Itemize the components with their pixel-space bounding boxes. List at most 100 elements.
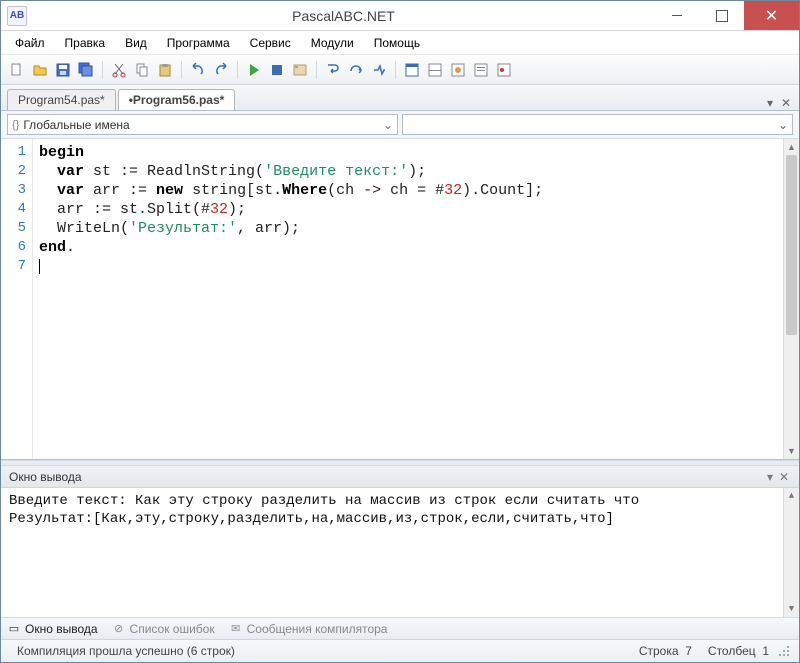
redo-icon[interactable] <box>211 60 231 80</box>
code-line[interactable] <box>39 257 793 276</box>
app-window: AB PascalABC.NET ФайлПравкаВидПрограммаС… <box>0 0 800 663</box>
output-panel-title: Окно вывода <box>9 470 82 484</box>
titlebar: AB PascalABC.NET <box>1 1 799 31</box>
tab-close-button[interactable]: ✕ <box>779 96 793 110</box>
line-number: 4 <box>1 200 26 219</box>
new-file-icon[interactable] <box>7 60 27 80</box>
step-into-icon[interactable] <box>323 60 343 80</box>
save-all-icon[interactable] <box>76 60 96 80</box>
output-menu-button[interactable]: ▾ <box>763 470 777 484</box>
scope-combo-text: Глобальные имена <box>23 118 383 132</box>
menu-помощь[interactable]: Помощь <box>366 34 428 52</box>
menu-программа[interactable]: Программа <box>159 34 238 52</box>
code-line[interactable]: var arr := new string[st.Where(ch -> ch … <box>39 181 793 200</box>
app-icon: AB <box>7 6 27 26</box>
toolbar-separator <box>181 61 182 79</box>
chevron-down-icon: ⌄ <box>778 118 788 132</box>
output-panel[interactable]: Введите текст: Как эту строку разделить … <box>1 488 799 618</box>
text-cursor <box>39 259 40 274</box>
paste-icon[interactable] <box>155 60 175 80</box>
tool-tab[interactable]: ⊘Список ошибок <box>112 622 215 636</box>
code-area[interactable]: begin var st := ReadlnString('Введите те… <box>33 139 799 459</box>
output-line: Введите текст: Как эту строку разделить … <box>9 492 791 510</box>
output-window-icon[interactable] <box>402 60 422 80</box>
disasm-icon[interactable] <box>471 60 491 80</box>
line-number: 1 <box>1 143 26 162</box>
tool-tab[interactable]: ▭ Окно вывода <box>7 622 98 636</box>
editor-scrollbar[interactable]: ▲ ▼ <box>783 139 799 459</box>
output-scrollbar[interactable]: ▲ ▼ <box>783 488 799 617</box>
menu-сервис[interactable]: Сервис <box>242 34 299 52</box>
tab-menu-button[interactable]: ▾ <box>763 96 777 110</box>
locals-icon[interactable] <box>448 60 468 80</box>
undo-icon[interactable] <box>188 60 208 80</box>
code-line[interactable]: WriteLn('Результат:', arr); <box>39 219 793 238</box>
file-tabbar: Program54.pas*•Program56.pas* ▾ ✕ <box>1 85 799 111</box>
scroll-thumb[interactable] <box>786 155 797 335</box>
tool-tab-label: Окно вывода <box>25 622 98 636</box>
code-line[interactable]: arr := st.Split(#32); <box>39 200 793 219</box>
cut-icon[interactable] <box>109 60 129 80</box>
file-tab[interactable]: •Program56.pas* <box>118 89 236 110</box>
braces-icon: {} <box>12 119 19 131</box>
file-tab[interactable]: Program54.pas* <box>7 89 116 110</box>
line-gutter: 1234567 <box>1 139 33 459</box>
chevron-down-icon: ⌄ <box>383 118 393 132</box>
member-combo[interactable]: ⌄ <box>402 114 793 135</box>
toolbar-separator <box>102 61 103 79</box>
menu-модули[interactable]: Модули <box>303 34 362 52</box>
messages-icon: ✉ <box>229 622 243 636</box>
scope-combo[interactable]: {} Глобальные имена ⌄ <box>7 114 398 135</box>
scroll-up-icon[interactable]: ▲ <box>784 139 799 155</box>
run-icon[interactable] <box>244 60 264 80</box>
window-controls <box>654 1 799 30</box>
window-title: PascalABC.NET <box>33 8 654 24</box>
menu-файл[interactable]: Файл <box>7 34 53 52</box>
trace-icon[interactable] <box>369 60 389 80</box>
output-close-button[interactable]: ✕ <box>777 470 791 484</box>
toolbar-separator <box>316 61 317 79</box>
output-panel-header: Окно вывода ▾ ✕ <box>1 466 799 488</box>
code-line[interactable]: var st := ReadlnString('Введите текст:')… <box>39 162 793 181</box>
breakpoints-icon[interactable] <box>494 60 514 80</box>
status-column: Столбец 1 <box>700 644 777 658</box>
resize-grip-icon[interactable] <box>777 644 791 658</box>
menubar: ФайлПравкаВидПрограммаСервисМодулиПомощь <box>1 31 799 55</box>
minimize-button[interactable] <box>654 1 699 30</box>
menu-правка[interactable]: Правка <box>57 34 114 52</box>
copy-icon[interactable] <box>132 60 152 80</box>
code-line[interactable]: begin <box>39 143 793 162</box>
toolbar <box>1 55 799 85</box>
tool-window-tabs: ▭ Окно вывода ⊘Список ошибок ✉ Сообщения ком… <box>1 618 799 640</box>
navigation-bar: {} Глобальные имена ⌄ ⌄ <box>1 111 799 139</box>
code-line[interactable]: end. <box>39 238 793 257</box>
open-icon[interactable] <box>30 60 50 80</box>
maximize-button[interactable] <box>699 1 744 30</box>
toolbar-separator <box>237 61 238 79</box>
compile-icon[interactable] <box>290 60 310 80</box>
scroll-up-icon[interactable]: ▲ <box>784 488 799 504</box>
status-message: Компиляция прошла успешно (6 строк) <box>9 644 243 658</box>
scroll-down-icon[interactable]: ▼ <box>784 601 799 617</box>
toolbar-separator <box>395 61 396 79</box>
stop-icon[interactable] <box>267 60 287 80</box>
step-over-icon[interactable] <box>346 60 366 80</box>
line-number: 5 <box>1 219 26 238</box>
scroll-down-icon[interactable]: ▼ <box>784 443 799 459</box>
output-icon: ▭ <box>7 622 21 636</box>
tool-tab[interactable]: ✉ Сообщения компилятора <box>229 622 388 636</box>
line-number: 2 <box>1 162 26 181</box>
output-line: Результат:[Как,эту,строку,разделить,на,м… <box>9 510 791 528</box>
line-number: 7 <box>1 257 26 276</box>
status-line: Строка 7 <box>631 644 700 658</box>
statusbar: Компиляция прошла успешно (6 строк) Стро… <box>1 640 799 662</box>
watch-icon[interactable] <box>425 60 445 80</box>
menu-вид[interactable]: Вид <box>117 34 155 52</box>
tool-tab-label: Сообщения компилятора <box>247 622 388 636</box>
close-button[interactable] <box>744 1 799 30</box>
line-number: 6 <box>1 238 26 257</box>
tool-tab-label: Список ошибок <box>130 622 215 636</box>
line-number: 3 <box>1 181 26 200</box>
code-editor[interactable]: 1234567 begin var st := ReadlnString('Вв… <box>1 139 799 460</box>
save-icon[interactable] <box>53 60 73 80</box>
